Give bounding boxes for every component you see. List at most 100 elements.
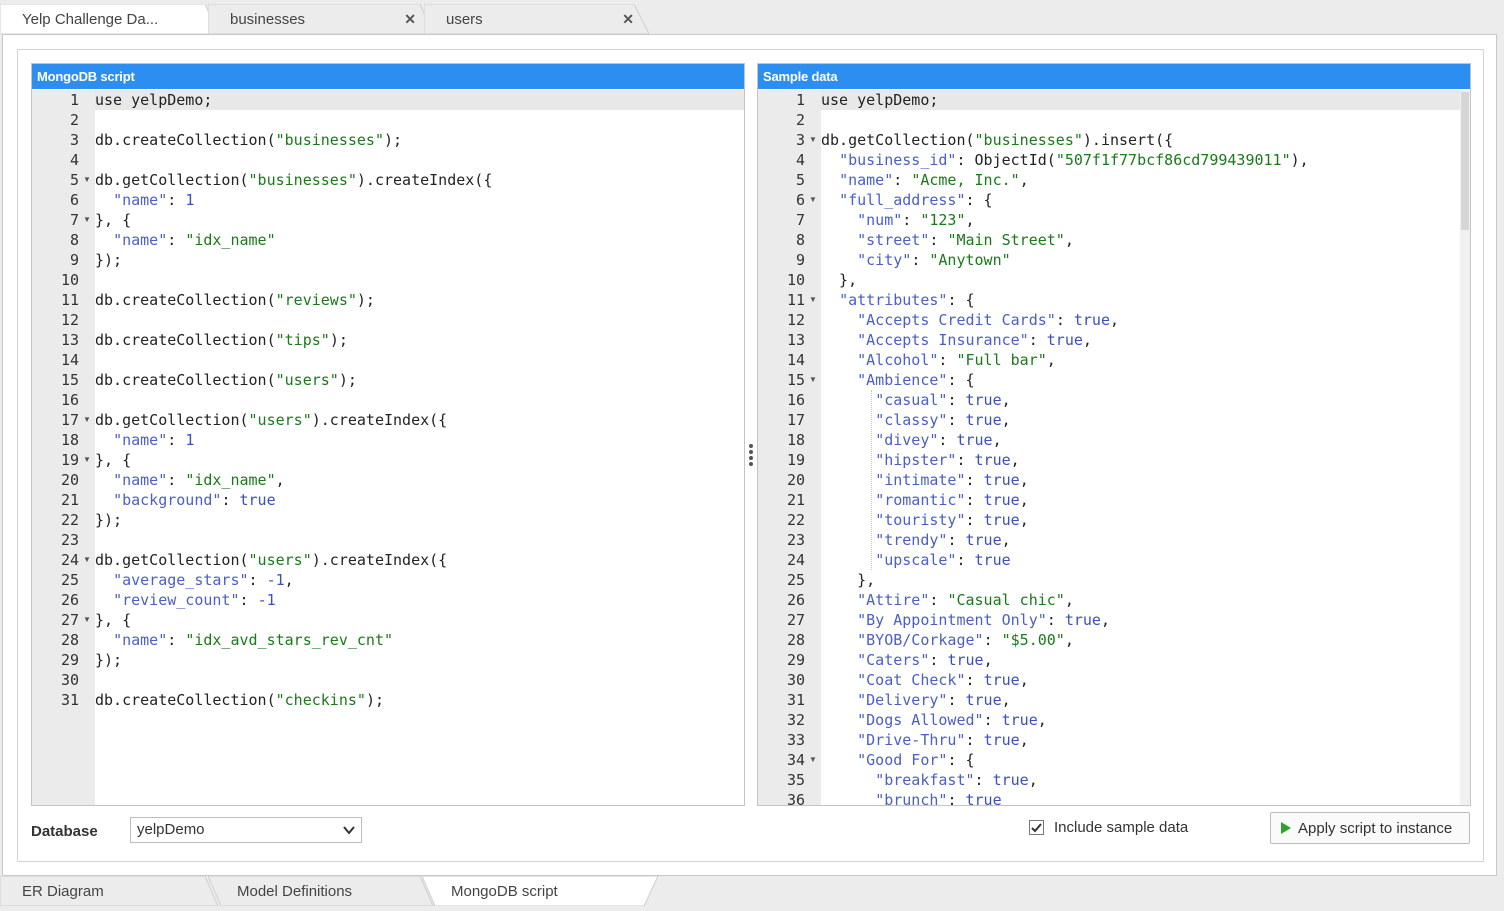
line-number: 21 [60, 491, 79, 509]
code-token: : [167, 631, 186, 649]
code-token: 1 [185, 191, 195, 209]
sample-data-editor[interactable]: 1 2 3 ▼ 4 5 6 ▼ 7 8 9 10 11 ▼ 12 13 14 15 ▼ 16 17 18 19 20 21 22 2… [758, 90, 1470, 805]
code-token: db.getCollection( [95, 171, 249, 189]
code-token: "casual" [875, 391, 948, 409]
line-number: 14 [786, 351, 805, 369]
line-number: 24 [60, 551, 79, 569]
code-area[interactable]: use yelpDemo; db.getCollection("businesse… [821, 90, 1458, 805]
database-select[interactable]: yelpDemo [130, 817, 362, 843]
tab-yelp-challenge[interactable]: Yelp Challenge Da... [0, 4, 222, 34]
code-token: "hipster" [875, 451, 957, 469]
checkmark-icon [1031, 823, 1042, 833]
tab-label: Yelp Challenge Da... [22, 10, 159, 28]
code-token: , [1019, 671, 1029, 689]
fold-toggle-icon[interactable]: ▼ [809, 750, 819, 770]
line-number: 30 [60, 671, 79, 689]
apply-script-button[interactable]: Apply script to instance [1270, 812, 1470, 844]
fold-toggle-icon[interactable]: ▼ [809, 130, 819, 150]
code-token: db.getCollection( [95, 411, 249, 429]
code-token: : [965, 511, 984, 529]
code-token: , [983, 651, 993, 669]
code-line: use yelpDemo; [95, 90, 212, 110]
code-token: , [1019, 511, 1029, 529]
code-token: "507f1f77bcf86cd799439011" [1055, 151, 1291, 169]
fold-toggle-icon[interactable]: ▼ [83, 170, 93, 190]
code-token: : { [965, 191, 993, 209]
code-line: }, { [95, 210, 131, 230]
script-editor[interactable]: 1 2 3 4 5 ▼ 6 7 ▼ 8 9 10 11 12 13 14 15 16 17 ▼ 18 19 ▼ 20 21 22 2… [32, 90, 744, 805]
code-token: : [965, 671, 984, 689]
tab-model-definitions[interactable]: Model Definitions [208, 876, 436, 906]
fold-toggle-icon[interactable]: ▼ [83, 410, 93, 430]
database-select-value: yelpDemo [137, 821, 205, 838]
tab-users[interactable]: users ✕ [424, 4, 654, 34]
line-number: 7 [795, 211, 805, 229]
code-token: , [1019, 471, 1029, 489]
code-token: "By Appointment Only" [857, 611, 1047, 629]
tab-businesses[interactable]: businesses ✕ [208, 4, 436, 34]
line-gutter: 1 2 3 ▼ 4 5 6 ▼ 7 8 9 10 11 ▼ 12 13 14 15 ▼ 16 17 18 19 20 21 22 2… [758, 90, 821, 805]
line-number: 12 [60, 311, 79, 329]
code-token: true [983, 471, 1020, 489]
main-panel: MongoDB script 1 2 3 4 5 ▼ 6 7 ▼ 8 9 10 11 12 13 14 15 16… [2, 34, 1497, 876]
close-icon[interactable]: ✕ [622, 11, 634, 28]
code-token: : [911, 251, 930, 269]
code-token: , [1100, 611, 1110, 629]
code-token: "name" [113, 231, 168, 249]
code-token: true [1001, 711, 1038, 729]
line-number: 11 [60, 291, 79, 309]
code-token: "Acme, Inc." [911, 171, 1020, 189]
vertical-scrollbar[interactable] [1460, 90, 1470, 805]
code-token: , [275, 471, 285, 489]
code-token: ).createIndex({ [356, 171, 493, 189]
code-token: : [956, 551, 975, 569]
code-token: "upscale" [875, 551, 957, 569]
code-token: true [983, 671, 1020, 689]
code-token: "reviews" [275, 291, 357, 309]
fold-toggle-icon[interactable]: ▼ [83, 450, 93, 470]
line-number: 31 [60, 691, 79, 709]
fold-toggle-icon[interactable]: ▼ [809, 370, 819, 390]
code-area[interactable]: use yelpDemo; db.createCollection("busine… [95, 90, 744, 805]
code-token: true [947, 651, 984, 669]
code-line: "name": 1 [95, 430, 194, 450]
close-icon[interactable]: ✕ [404, 11, 416, 28]
code-token: true [1064, 611, 1101, 629]
fold-toggle-icon[interactable]: ▼ [809, 290, 819, 310]
code-token: , [284, 571, 294, 589]
scrollbar-thumb[interactable] [1461, 92, 1469, 230]
code-token: , [1010, 451, 1020, 469]
code-token: use yelpDemo; [821, 91, 939, 109]
line-number: 4 [795, 151, 805, 169]
line-number: 24 [786, 551, 805, 569]
pane-splitter-handle[interactable] [748, 442, 754, 468]
code-token: : [947, 791, 966, 805]
code-line: }); [95, 650, 122, 670]
code-token: : { [947, 371, 975, 389]
line-number: 35 [786, 771, 805, 789]
code-token: }, { [95, 211, 132, 229]
tab-er-diagram[interactable]: ER Diagram [0, 876, 222, 906]
fold-toggle-icon[interactable]: ▼ [83, 550, 93, 570]
code-token: db.getCollection( [821, 131, 975, 149]
code-token: ); [338, 371, 357, 389]
line-number: 12 [786, 311, 805, 329]
tab-mongodb-script[interactable]: MongoDB script [422, 876, 662, 906]
apply-script-label: Apply script to instance [1298, 819, 1453, 837]
fold-toggle-icon[interactable]: ▼ [83, 210, 93, 230]
code-token: : [1028, 331, 1047, 349]
include-sample-checkbox[interactable] [1029, 820, 1044, 835]
code-line: db.createCollection("businesses"); [95, 130, 402, 150]
fold-toggle-icon[interactable]: ▼ [83, 610, 93, 630]
fold-toggle-icon[interactable]: ▼ [809, 190, 819, 210]
line-number: 7 [69, 211, 79, 229]
code-token: db.createCollection( [95, 331, 276, 349]
line-number: 26 [786, 591, 805, 609]
code-line: "business_id": ObjectId("507f1f77bcf86cd… [821, 150, 1309, 170]
code-token: db.createCollection( [95, 371, 276, 389]
